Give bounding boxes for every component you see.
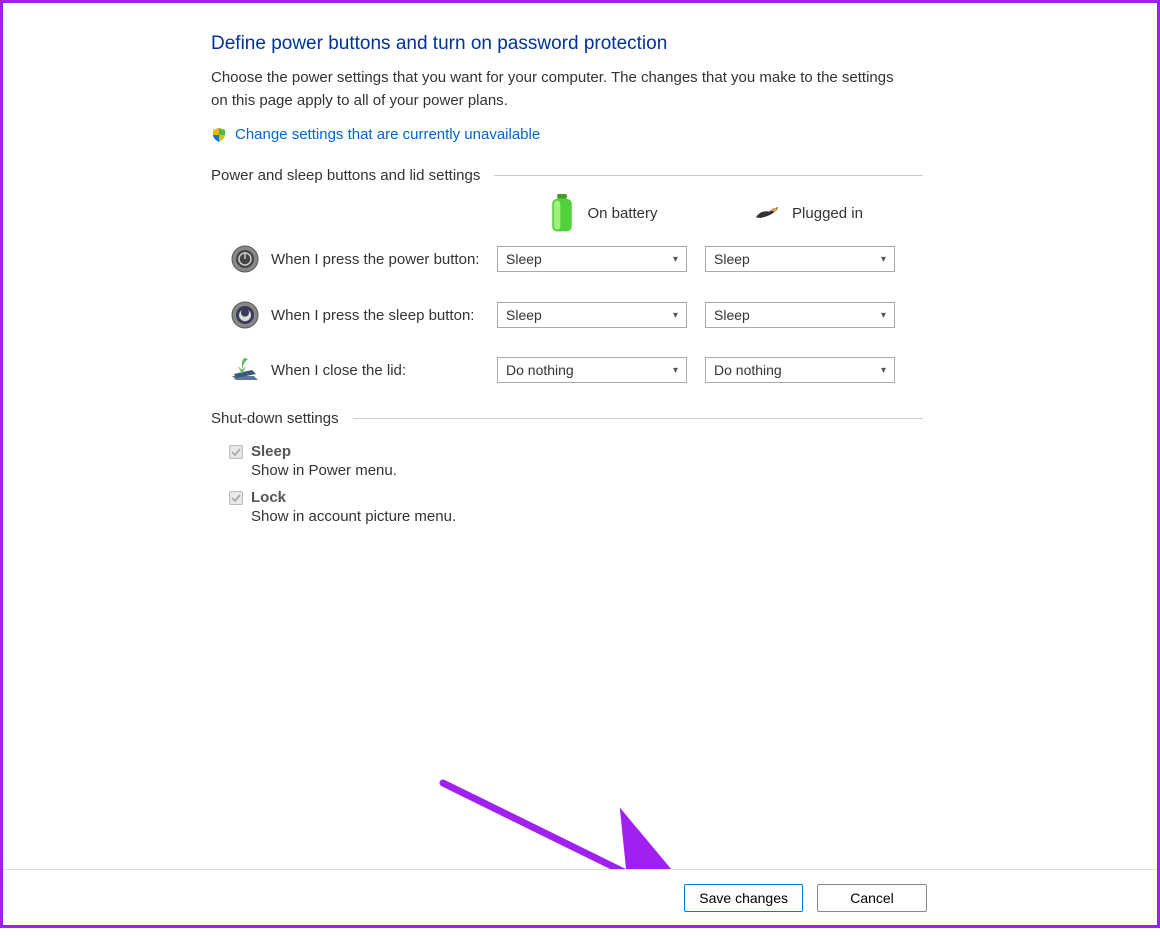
plugged-in-column-header: Plugged in (792, 205, 863, 222)
lid-close-label: When I close the lid: (265, 362, 497, 379)
chevron-down-icon: ▾ (673, 310, 678, 321)
chevron-down-icon: ▾ (673, 254, 678, 265)
sleep-option-desc: Show in Power menu. (229, 462, 923, 479)
on-battery-column-header: On battery (587, 205, 657, 222)
lid-close-icon (225, 356, 265, 384)
power-button-label: When I press the power button: (265, 251, 497, 268)
cancel-button[interactable]: Cancel (817, 884, 927, 912)
chevron-down-icon: ▾ (881, 365, 886, 376)
sleep-option-title: Sleep (251, 443, 291, 460)
lid-plugged-select[interactable]: Do nothing ▾ (705, 357, 895, 383)
lock-option-desc: Show in account picture menu. (229, 508, 923, 525)
chevron-down-icon: ▾ (881, 310, 886, 321)
power-button-battery-value: Sleep (506, 251, 542, 267)
plug-icon (754, 200, 780, 226)
power-sleep-section-title: Power and sleep buttons and lid settings (211, 167, 480, 184)
chevron-down-icon: ▾ (881, 254, 886, 265)
sleep-button-icon (225, 300, 265, 330)
power-button-icon (225, 244, 265, 274)
divider (353, 418, 923, 419)
divider (494, 175, 923, 176)
save-changes-button[interactable]: Save changes (684, 884, 803, 912)
sleep-checkbox[interactable] (229, 445, 243, 459)
shutdown-section-title: Shut-down settings (211, 410, 339, 427)
power-button-plugged-value: Sleep (714, 251, 750, 267)
lid-plugged-value: Do nothing (714, 362, 782, 378)
sleep-button-plugged-value: Sleep (714, 307, 750, 323)
page-title: Define power buttons and turn on passwor… (211, 33, 923, 55)
lock-option-title: Lock (251, 489, 286, 506)
sleep-button-label: When I press the sleep button: (265, 307, 497, 324)
sleep-button-battery-select[interactable]: Sleep ▾ (497, 302, 687, 328)
shield-icon (211, 127, 227, 143)
sleep-button-plugged-select[interactable]: Sleep ▾ (705, 302, 895, 328)
change-unavailable-settings-link[interactable]: Change settings that are currently unava… (235, 126, 540, 143)
battery-icon (549, 200, 575, 226)
sleep-button-battery-value: Sleep (506, 307, 542, 323)
page-description: Choose the power settings that you want … (211, 67, 911, 112)
power-button-battery-select[interactable]: Sleep ▾ (497, 246, 687, 272)
power-button-plugged-select[interactable]: Sleep ▾ (705, 246, 895, 272)
chevron-down-icon: ▾ (673, 365, 678, 376)
lid-battery-select[interactable]: Do nothing ▾ (497, 357, 687, 383)
lid-battery-value: Do nothing (506, 362, 574, 378)
lock-checkbox[interactable] (229, 491, 243, 505)
